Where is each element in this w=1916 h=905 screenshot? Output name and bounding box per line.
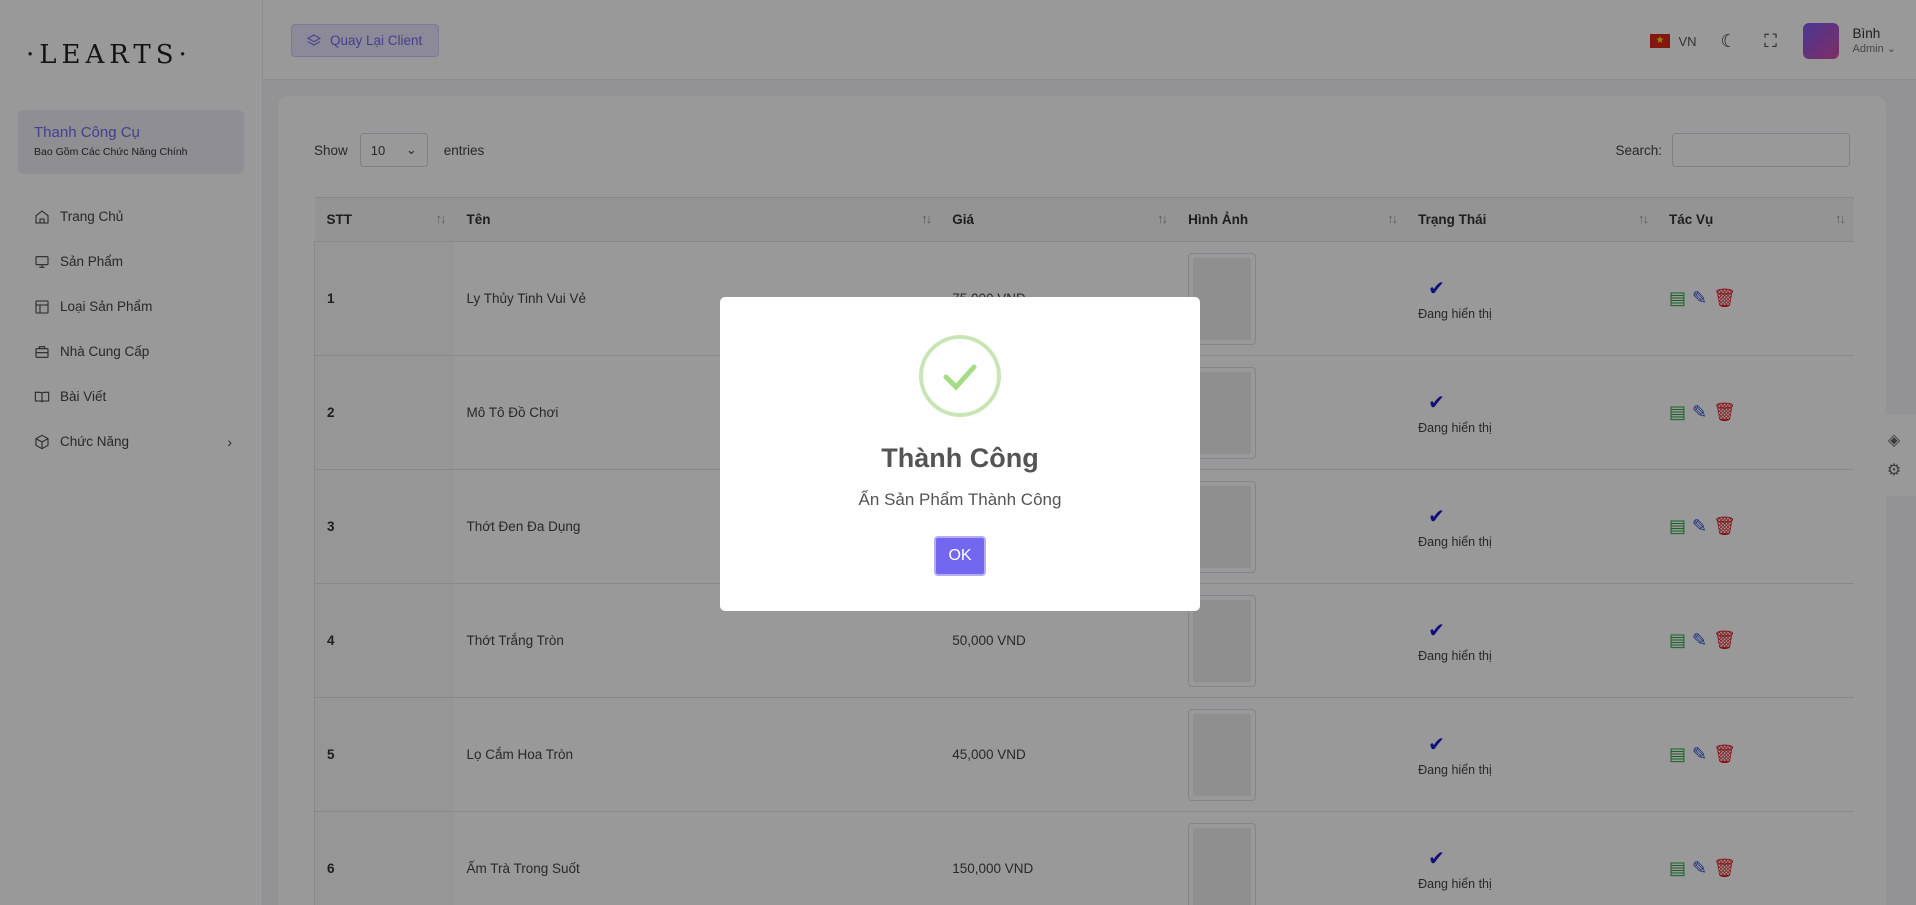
success-icon	[919, 335, 1001, 417]
success-dialog: Thành Công Ẩn Sản Phẩm Thành Công OK	[720, 297, 1200, 611]
dialog-message: Ẩn Sản Phẩm Thành Công	[858, 490, 1062, 509]
dialog-title: Thành Công	[881, 443, 1039, 473]
ok-button[interactable]: OK	[934, 536, 986, 576]
